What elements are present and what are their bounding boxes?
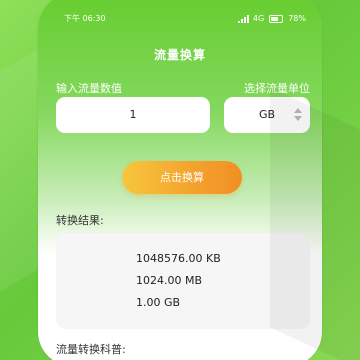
- updown-arrow-icon: [294, 108, 302, 122]
- result-mb: 1024.00 MB: [136, 274, 203, 287]
- status-icons: 4G 78%: [237, 12, 306, 26]
- phone-screen: 下午 06:30 4G 78% 流量换算 输入流量数值 选择流量单位 1 GB …: [38, 0, 322, 360]
- network-type: 4G: [252, 14, 265, 23]
- status-bar: 下午 06:30 4G 78%: [38, 12, 322, 26]
- battery-icon: [269, 15, 284, 23]
- page-title: 流量换算: [153, 48, 206, 62]
- unit-select[interactable]: GB: [224, 97, 310, 133]
- popular-science-title: 流量转换科普:: [56, 343, 126, 356]
- signal-icon: [237, 15, 249, 23]
- value-input[interactable]: 1: [56, 97, 210, 133]
- status-time: 下午 06:30: [64, 14, 106, 23]
- unit-select-value: GB: [259, 108, 276, 121]
- background: 下午 06:30 4G 78% 流量换算 输入流量数值 选择流量单位 1 GB …: [0, 0, 360, 360]
- battery-level: 78%: [288, 14, 306, 23]
- value-input-text: 1: [129, 108, 137, 121]
- results-title: 转换结果:: [56, 214, 104, 227]
- result-kb: 1048576.00 KB: [136, 252, 221, 265]
- calculate-button[interactable]: 点击换算: [122, 161, 242, 194]
- unit-label: 选择流量单位: [244, 82, 310, 95]
- results-card: 1048576.00 KB 1024.00 MB 1.00 GB: [56, 233, 310, 329]
- result-gb: 1.00 GB: [136, 296, 181, 309]
- input-label: 输入流量数值: [56, 82, 122, 95]
